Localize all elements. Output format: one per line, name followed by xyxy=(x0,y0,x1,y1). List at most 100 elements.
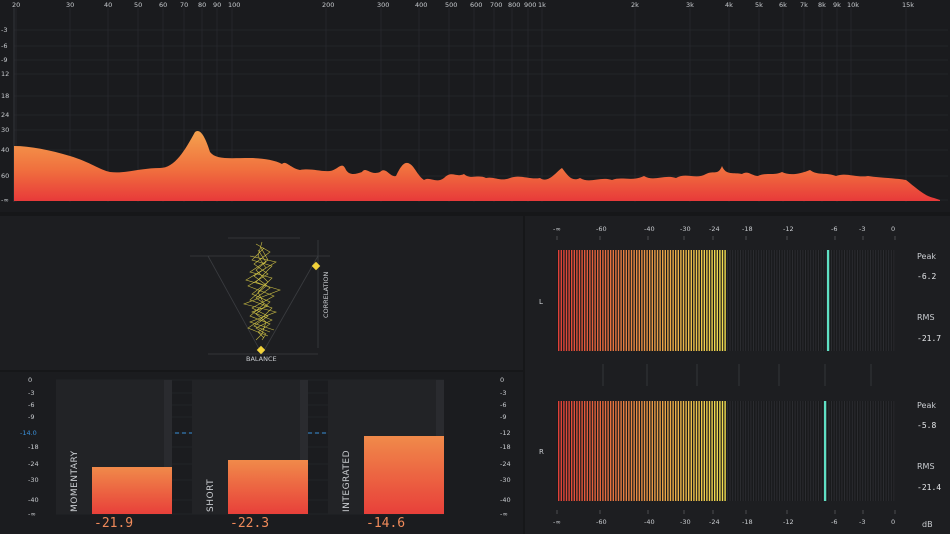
loudness-scale-left-0: 0 xyxy=(28,376,33,384)
loudness-scale-right-6: -24 xyxy=(500,460,511,468)
freq-label-24: 8k xyxy=(818,1,826,9)
freq-label-5: 70 xyxy=(180,1,189,9)
freq-label-20: 4k xyxy=(725,1,733,9)
loudness-scale-left-4: -14.0 xyxy=(20,429,37,437)
meter-r-bars xyxy=(557,401,895,501)
meter-scale-bottom-6: -12 xyxy=(783,518,794,526)
meter-r-bars-peak-marker xyxy=(824,401,827,501)
db-label-9: -∞ xyxy=(1,196,9,204)
db-label-7: 40 xyxy=(1,146,10,154)
meter-scale-bottom-4: -24 xyxy=(709,518,720,526)
freq-label-16: 900 xyxy=(524,1,537,9)
loudness-scale-right-7: -30 xyxy=(500,476,511,484)
freq-label-25: 9k xyxy=(833,1,841,9)
rms-r-value: -21.4 xyxy=(917,483,942,492)
loudness-label-integrated: INTEGRATED xyxy=(342,449,352,512)
freq-label-0: 20 xyxy=(12,1,21,9)
meter-l-bars xyxy=(557,250,895,351)
channel-r-label: R xyxy=(539,448,544,456)
spectrum-analyzer[interactable]: 20 30 40 50 60 70 80 90 100 200 300 400 500 600 700 800… xyxy=(0,0,950,212)
db-label-1: -6 xyxy=(1,42,8,50)
loudness-scale-right-2: -6 xyxy=(500,401,507,409)
freq-label-19: 3k xyxy=(686,1,694,9)
meter-scale-top-2: -40 xyxy=(644,225,655,233)
rms-l-value: -21.7 xyxy=(917,334,942,343)
freq-label-22: 6k xyxy=(779,1,787,9)
loudness-scale-left-2: -6 xyxy=(28,401,35,409)
freq-label-9: 200 xyxy=(322,1,335,9)
loudness-bar-short xyxy=(228,460,308,514)
loudness-scale-left-9: -∞ xyxy=(28,510,36,518)
freq-label-15: 800 xyxy=(508,1,521,9)
meter-scale-top-6: -12 xyxy=(783,225,794,233)
meter-l-bars-peak-marker xyxy=(827,250,830,351)
freq-label-14: 700 xyxy=(490,1,503,9)
level-meter-panel[interactable]: -∞ -60 -40 -30 -24 -18 -12 -6 -3 0 -∞ -60 -40 -30 -24… xyxy=(525,216,950,534)
freq-label-12: 500 xyxy=(445,1,458,9)
db-label-8: 60 xyxy=(1,172,10,180)
balance-label: BALANCE xyxy=(246,355,277,363)
correlation-label: CORRELATION xyxy=(322,271,330,318)
freq-label-3: 50 xyxy=(134,1,143,9)
loudness-label-momentary: MOMENTARY xyxy=(70,450,80,512)
channel-l-label: L xyxy=(539,298,543,306)
loudness-value-integrated: -14.6 xyxy=(366,516,406,531)
loudness-value-short: -22.3 xyxy=(230,516,270,531)
loudness-scale-right-8: -40 xyxy=(500,496,511,504)
freq-label-18: 2k xyxy=(631,1,639,9)
peak-r-label: Peak xyxy=(917,401,936,410)
peak-l-label: Peak xyxy=(917,252,936,261)
db-unit-label: dB xyxy=(922,520,933,529)
freq-label-6: 80 xyxy=(198,1,207,9)
lissajous-trace xyxy=(243,241,281,341)
freq-label-1: 30 xyxy=(66,1,75,9)
db-label-0: -3 xyxy=(1,26,8,34)
db-label-5: 24 xyxy=(1,111,10,119)
peak-r-value: -5.8 xyxy=(917,421,937,430)
loudness-bar-integrated xyxy=(364,436,444,514)
loudness-scale-left-6: -24 xyxy=(28,460,39,468)
spectrum-graph xyxy=(13,8,948,202)
vectorscope-panel[interactable]: BALANCE CORRELATION xyxy=(0,216,523,370)
loudness-scale-left-3: -9 xyxy=(28,413,35,421)
meter-scale-top-1: -60 xyxy=(596,225,607,233)
db-label-3: 12 xyxy=(1,70,10,78)
db-label-6: 30 xyxy=(1,126,10,134)
meter-scale-bottom-9: 0 xyxy=(891,518,896,526)
meter-scale-bottom-8: -3 xyxy=(859,518,866,526)
meter-scale-top-7: -6 xyxy=(831,225,838,233)
meter-scale-bottom-0: -∞ xyxy=(553,518,561,526)
loudness-scale-left-1: -3 xyxy=(28,389,35,397)
meter-scale-top-3: -30 xyxy=(680,225,691,233)
loudness-scale-right-0: 0 xyxy=(500,376,505,384)
vectorscope-graph xyxy=(190,237,330,355)
db-label-2: -9 xyxy=(1,56,8,64)
meter-scale-top-0: -∞ xyxy=(553,225,561,233)
loudness-scale-right-1: -3 xyxy=(500,389,507,397)
loudness-scale-left-7: -30 xyxy=(28,476,39,484)
freq-label-7: 90 xyxy=(213,1,222,9)
meter-scale-bottom-2: -40 xyxy=(644,518,655,526)
loudness-scale-left-5: -18 xyxy=(28,443,39,451)
loudness-scale-right-4: -12 xyxy=(500,429,511,437)
meter-scale-bottom-7: -6 xyxy=(831,518,838,526)
freq-label-17: 1k xyxy=(538,1,546,9)
loudness-scale-right-5: -18 xyxy=(500,443,511,451)
meter-scale-top-4: -24 xyxy=(709,225,720,233)
loudness-scale-right-9: -∞ xyxy=(500,510,508,518)
peak-l-value: -6.2 xyxy=(917,272,937,281)
freq-label-4: 60 xyxy=(159,1,168,9)
rms-l-label: RMS xyxy=(917,313,935,322)
meter-scale-top-8: -3 xyxy=(859,225,866,233)
loudness-bar-momentary xyxy=(92,467,172,514)
db-label-4: 18 xyxy=(1,92,10,100)
freq-label-10: 300 xyxy=(377,1,390,9)
loudness-panel[interactable]: 0 -3 -6 -9 -14.0 -18 -24 -30 -40 -∞ 0 -3 -6 -9 -12 -18… xyxy=(0,372,523,534)
meter-scale-bottom-5: -18 xyxy=(742,518,753,526)
freq-label-13: 600 xyxy=(470,1,483,9)
freq-label-23: 7k xyxy=(800,1,808,9)
freq-label-27: 15k xyxy=(902,1,915,9)
loudness-value-momentary: -21.9 xyxy=(94,516,134,531)
correlation-diamond[interactable] xyxy=(311,261,321,271)
spectrum-curve xyxy=(14,130,940,201)
